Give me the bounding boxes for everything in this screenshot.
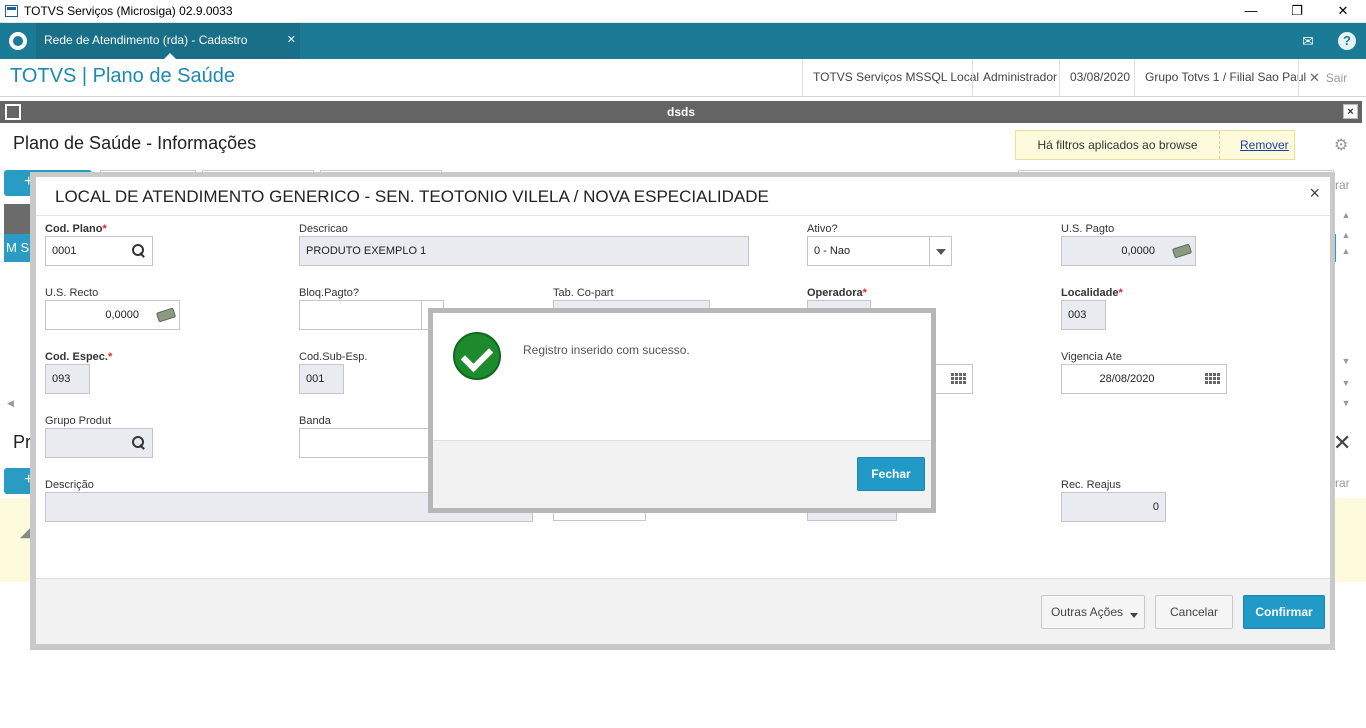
cod-espec-input[interactable]: 093 [45, 364, 90, 394]
modal-close-button[interactable]: × [1309, 183, 1320, 204]
vigencia-ate-label: Vigencia Ate [1061, 351, 1122, 363]
dialog-footer: Fechar [433, 440, 931, 508]
banda-input[interactable] [299, 428, 444, 458]
us-recto-label: U.S. Recto [45, 287, 99, 299]
localidade-input[interactable]: 003 [1061, 300, 1106, 330]
app-header: TOTVS | Plano de Saúde TOTVS Serviços MS… [0, 59, 1366, 97]
operadora-label: Operadora* [807, 287, 867, 299]
cod-plano-label: Cod. Plano* [45, 223, 107, 235]
cod-plano-value: 0001 [52, 245, 77, 257]
window-title: TOTVS Serviços (Microsiga) 02.9.0033 [24, 4, 233, 18]
checkmark-icon [453, 332, 501, 380]
modal-footer: Outras Ações Cancelar Confirmar [36, 578, 1330, 644]
page-title: Plano de Saúde - Informações [13, 133, 257, 153]
filter-banner-text: Há filtros aplicados ao browse [1016, 131, 1220, 159]
modal-title: LOCAL DE ATENDIMENTO GENERICO - SEN. TEO… [55, 187, 769, 206]
section-title: Pr [13, 432, 31, 452]
header-date: 03/08/2020 [1059, 59, 1140, 96]
app-window-icon [5, 5, 18, 17]
scroll-up-icon[interactable]: ▲ [1339, 208, 1353, 222]
bloq-pagto-select[interactable] [299, 300, 444, 330]
cod-espec-label: Cod. Espec.* [45, 351, 113, 363]
exit-label: Sair [1325, 71, 1348, 85]
divider [36, 215, 1330, 216]
localidade-label: Localidade* [1061, 287, 1123, 299]
us-recto-value: 0,0000 [105, 309, 139, 321]
close-dialog-button[interactable]: Fechar [857, 457, 925, 491]
cancel-button[interactable]: Cancelar [1155, 595, 1233, 629]
header-environment: TOTVS Serviços MSSQL Local [802, 59, 989, 96]
scroll-left-icon[interactable]: ◀ [7, 398, 14, 409]
chevron-down-icon [1130, 613, 1138, 618]
inner-window-close-button[interactable]: × [1343, 104, 1358, 119]
side-text: rar [1335, 476, 1350, 490]
inner-window-title: dsds [666, 105, 695, 119]
totvs-logo-icon[interactable] [9, 32, 27, 50]
minimize-button[interactable]: — [1228, 0, 1274, 23]
tab-rede-atendimento[interactable]: Rede de Atendimento (rda) - Cadastro [02… [36, 23, 300, 81]
app-brand: TOTVS | Plano de Saúde [10, 65, 235, 87]
ativo-select[interactable]: 0 - Nao [807, 236, 952, 266]
gear-icon[interactable]: ⚙ [1334, 135, 1348, 155]
mail-icon[interactable]: ✉ [1298, 31, 1318, 51]
us-pagto-input[interactable]: 0,0000 [1061, 236, 1196, 266]
scroll-down-icon[interactable]: ▼ [1339, 396, 1353, 410]
chevron-down-icon[interactable] [929, 237, 951, 265]
descricao-label: Descricao [299, 223, 348, 235]
descricao2-label: Descrição [45, 479, 94, 491]
help-icon[interactable]: ? [1338, 32, 1356, 50]
close-icon: ✕ [1309, 70, 1320, 85]
side-text: rar [1335, 178, 1350, 192]
tab-strip: Rede de Atendimento (rda) - Cadastro [02… [0, 23, 1366, 81]
ativo-value: 0 - Nao [814, 245, 851, 257]
confirm-button[interactable]: Confirmar [1243, 595, 1325, 629]
header-user: Administrador [972, 59, 1067, 96]
dialog-message: Registro inserido com sucesso. [523, 343, 690, 357]
us-pagto-label: U.S. Pagto [1061, 223, 1115, 235]
search-icon[interactable] [132, 436, 146, 450]
window-close-button[interactable]: ✕ [1320, 0, 1366, 23]
rec-reajus-input[interactable]: 0 [1061, 492, 1166, 522]
restore-button[interactable]: ❐ [1274, 0, 1320, 23]
success-dialog: Registro inserido com sucesso. Fechar [433, 313, 931, 508]
calendar-icon[interactable] [1205, 373, 1221, 385]
tab-copart-label: Tab. Co-part [553, 287, 614, 299]
window-title-bar: TOTVS Serviços (Microsiga) 02.9.0033 — ❐… [0, 0, 1366, 23]
inner-window-icon [5, 104, 21, 120]
rec-reajus-label: Rec. Reajus [1061, 479, 1121, 491]
banda-label: Banda [299, 415, 331, 427]
close-icon[interactable]: ✕ [1333, 430, 1351, 456]
cod-sub-esp-input[interactable]: 001 [299, 364, 344, 394]
exit-button[interactable]: ✕ Sair [1298, 59, 1357, 96]
remove-filter-link[interactable]: Remover [1240, 131, 1289, 159]
grupo-produt-label: Grupo Produt [45, 415, 112, 427]
us-pagto-value: 0,0000 [1121, 245, 1155, 257]
calendar-icon[interactable] [951, 373, 967, 385]
row-prefix: M S [6, 240, 30, 255]
search-icon[interactable] [132, 244, 146, 258]
grupo-produt-input[interactable] [45, 428, 153, 458]
bloq-pagto-label: Bloq.Pagto? [299, 287, 359, 299]
money-icon [155, 307, 177, 323]
tab-close-icon[interactable]: ✕ [287, 23, 296, 57]
scroll-up-icon[interactable]: ▲ [1339, 228, 1353, 242]
vigencia-ate-input[interactable]: 28/08/2020 [1061, 364, 1227, 394]
ativo-label: Ativo? [807, 223, 838, 235]
scroll-up-icon[interactable]: ▲ [1339, 244, 1353, 258]
outras-acoes-button[interactable]: Outras Ações [1041, 595, 1145, 629]
money-icon [1171, 243, 1193, 259]
cod-plano-input[interactable]: 0001 [45, 236, 153, 266]
inner-window-bar: dsds × [0, 101, 1362, 123]
outras-acoes-label: Outras Ações [1050, 605, 1124, 619]
scroll-down-icon[interactable]: ▼ [1339, 376, 1353, 390]
filter-banner: Há filtros aplicados ao browse Remover [1015, 130, 1295, 160]
descricao-input[interactable]: PRODUTO EXEMPLO 1 [299, 236, 749, 266]
us-recto-input[interactable]: 0,0000 [45, 300, 180, 330]
header-company: Grupo Totvs 1 / Filial Sao Paul [1134, 59, 1316, 96]
vigencia-ate-value: 28/08/2020 [1099, 373, 1155, 385]
scroll-down-icon[interactable]: ▼ [1339, 354, 1353, 368]
cod-sub-esp-label: Cod.Sub-Esp. [299, 351, 368, 363]
